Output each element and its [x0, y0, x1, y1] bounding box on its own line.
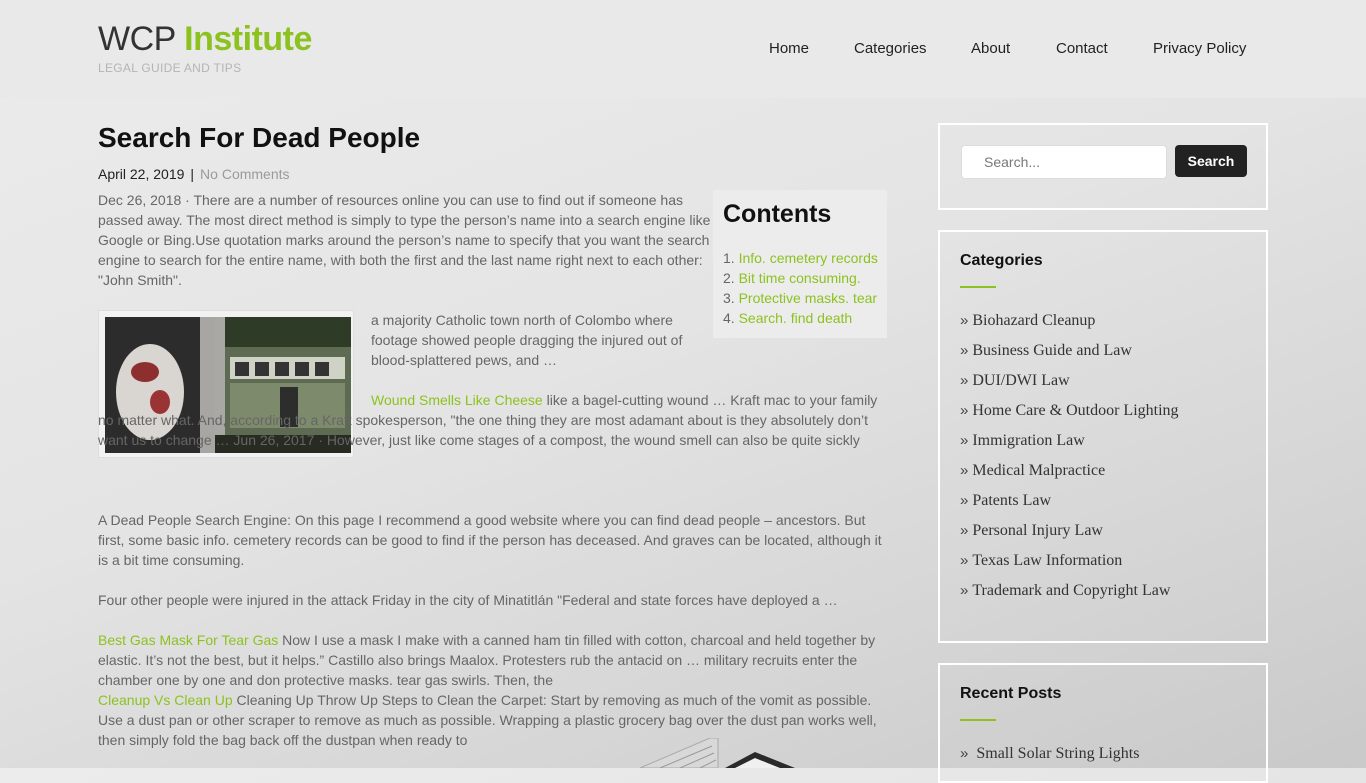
toc-number: 1. [723, 250, 735, 266]
category-link[interactable]: Texas Law Information [972, 552, 1122, 569]
site-header: WCP Institute LEGAL GUIDE AND TIPS Home … [0, 0, 1366, 98]
chevron-right-icon: » [960, 462, 969, 479]
meta-separator: | [190, 166, 195, 182]
recent-posts-list: » Small Solar String Lights [960, 744, 1139, 774]
nav-home[interactable]: Home [769, 40, 809, 57]
category-link[interactable]: Immigration Law [972, 432, 1084, 449]
post-paragraph-6: Best Gas Mask For Tear Gas Now I use a m… [98, 630, 888, 690]
search-input[interactable] [961, 145, 1167, 179]
chevron-right-icon: » [960, 492, 969, 509]
category-item: » Trademark and Copyright Law [960, 581, 1179, 611]
categories-list: » Biohazard Cleanup » Business Guide and L… [960, 311, 1179, 611]
chevron-right-icon: » [960, 522, 969, 539]
post-date: April 22, 2019 [98, 166, 185, 182]
category-link[interactable]: Trademark and Copyright Law [972, 582, 1170, 599]
post-paragraph-5: Four other people were injured in the at… [98, 592, 838, 608]
category-item: » Home Care & Outdoor Lighting [960, 401, 1179, 431]
category-item: » Patents Law [960, 491, 1179, 521]
toc-link[interactable]: Bit time consuming. [739, 270, 861, 286]
category-item: » Personal Injury Law [960, 521, 1179, 551]
categories-title-underline [960, 286, 996, 288]
categories-title: Categories [960, 252, 1043, 269]
post-title: Search For Dead People [98, 122, 421, 153]
chevron-right-icon: » [960, 745, 969, 762]
chevron-right-icon: » [960, 312, 969, 329]
chevron-right-icon: » [960, 432, 969, 449]
search-widget: Search [938, 123, 1268, 210]
category-item: » Texas Law Information [960, 551, 1179, 581]
comments-link[interactable]: No Comments [200, 166, 289, 182]
toc-item: 4. Search. find death [723, 308, 878, 328]
search-button[interactable]: Search [1175, 145, 1247, 177]
toc-item: 2. Bit time consuming. [723, 268, 878, 288]
recent-post-link[interactable]: Small Solar String Lights [976, 745, 1139, 762]
toc-title: Contents [723, 200, 832, 228]
nav-categories[interactable]: Categories [854, 40, 927, 57]
category-link[interactable]: DUI/DWI Law [972, 372, 1069, 389]
chevron-right-icon: » [960, 402, 969, 419]
recent-posts-title-underline [960, 719, 996, 721]
category-link[interactable]: Personal Injury Law [972, 522, 1103, 539]
site-tagline: LEGAL GUIDE AND TIPS [98, 61, 242, 75]
toc-item: 1. Info. cemetery records [723, 248, 878, 268]
gas-mask-link[interactable]: Best Gas Mask For Tear Gas [98, 632, 278, 648]
category-link[interactable]: Patents Law [972, 492, 1051, 509]
category-link[interactable]: Business Guide and Law [972, 342, 1132, 359]
cleanup-link[interactable]: Cleanup Vs Clean Up [98, 692, 233, 708]
nav-about[interactable]: About [971, 40, 1010, 57]
category-link[interactable]: Home Care & Outdoor Lighting [972, 402, 1178, 419]
logo-first-word: WCP [98, 20, 176, 58]
post-paragraph-3: Wound Smells Like Cheese like a bagel-cu… [98, 390, 888, 450]
toc-number: 2. [723, 270, 735, 286]
building-illustration [639, 737, 795, 769]
recent-posts-title: Recent Posts [960, 685, 1062, 702]
chevron-right-icon: » [960, 552, 969, 569]
logo-accent-word: Institute [184, 20, 312, 58]
toc-item: 3. Protective masks. tear [723, 288, 878, 308]
category-link[interactable]: Biohazard Cleanup [972, 312, 1095, 329]
nav-contact[interactable]: Contact [1056, 40, 1108, 57]
chevron-right-icon: » [960, 342, 969, 359]
nav-privacy-policy[interactable]: Privacy Policy [1153, 40, 1246, 57]
category-item: » Biohazard Cleanup [960, 311, 1179, 341]
toc-link[interactable]: Info. cemetery records [739, 250, 878, 266]
post-intro: Dec 26, 2018 · There are a number of res… [98, 192, 711, 288]
category-item: » DUI/DWI Law [960, 371, 1179, 401]
table-of-contents: Contents 1. Info. cemetery records 2. Bi… [713, 190, 887, 338]
category-link[interactable]: Medical Malpractice [972, 462, 1105, 479]
toc-number: 4. [723, 310, 735, 326]
category-item: » Immigration Law [960, 431, 1179, 461]
site-logo[interactable]: WCP Institute [98, 20, 312, 59]
post-meta: April 22, 2019 | No Comments [98, 166, 290, 182]
toc-list: 1. Info. cemetery records 2. Bit time co… [723, 248, 878, 328]
recent-posts-widget: Recent Posts » Small Solar String Lights [938, 663, 1268, 783]
wound-smells-link[interactable]: Wound Smells Like Cheese [371, 392, 543, 408]
chevron-right-icon: » [960, 582, 969, 599]
post-paragraph-2: a majority Catholic town north of Colomb… [371, 312, 683, 368]
building-graphic [600, 737, 810, 769]
category-item: » Medical Malpractice [960, 461, 1179, 491]
toc-number: 3. [723, 290, 735, 306]
recent-post-item: » Small Solar String Lights [960, 744, 1139, 774]
chevron-right-icon: » [960, 372, 969, 389]
categories-widget: Categories » Biohazard Cleanup » Business … [938, 230, 1268, 643]
toc-link[interactable]: Protective masks. tear [739, 290, 878, 306]
category-item: » Business Guide and Law [960, 341, 1179, 371]
toc-link[interactable]: Search. find death [739, 310, 853, 326]
post-paragraph-4: A Dead People Search Engine: On this pag… [98, 512, 882, 568]
